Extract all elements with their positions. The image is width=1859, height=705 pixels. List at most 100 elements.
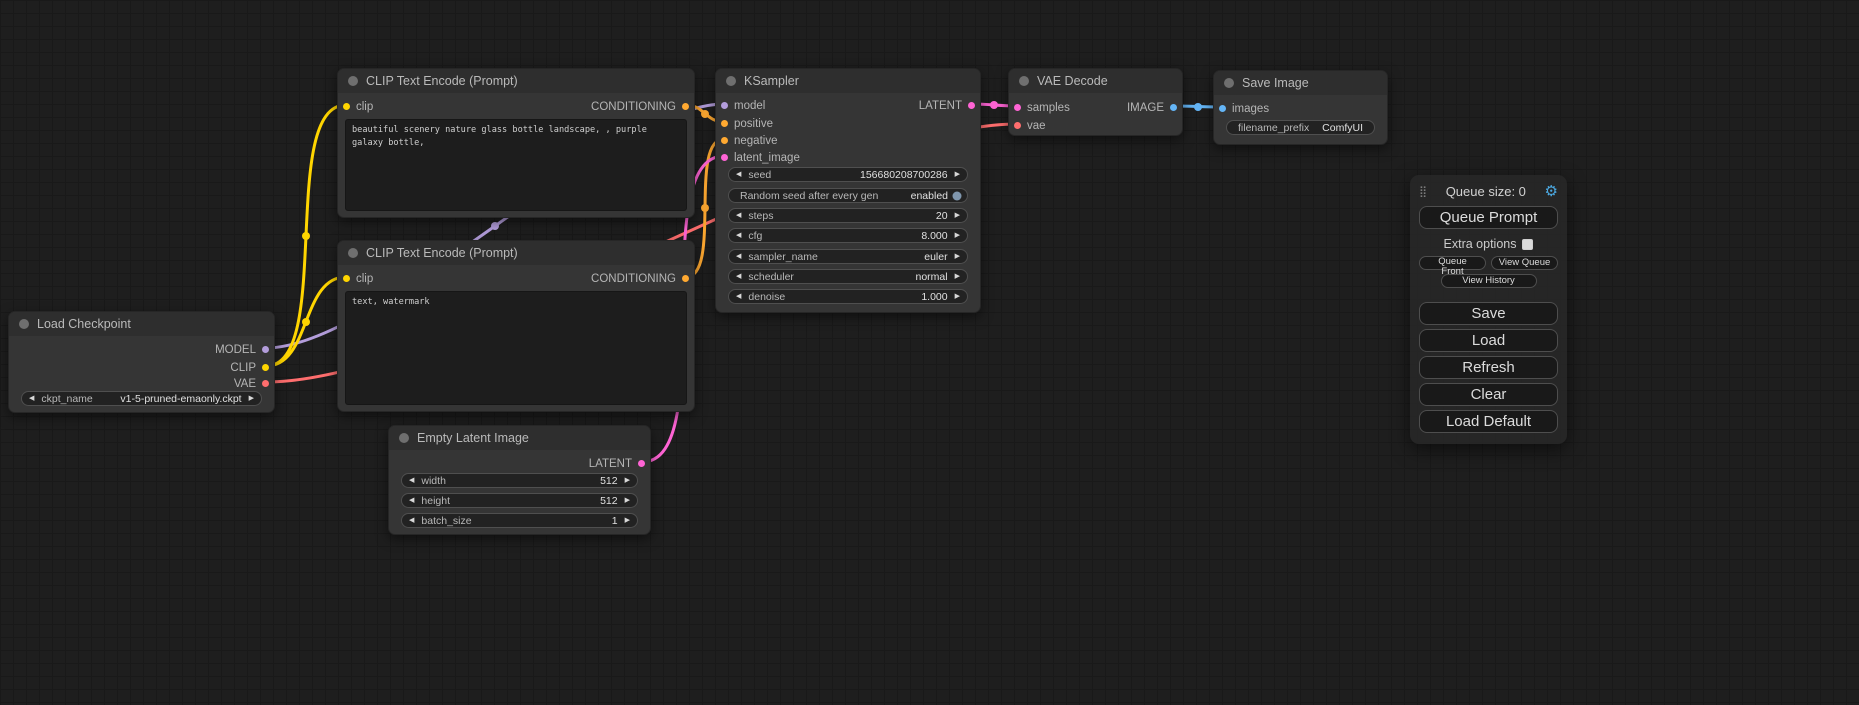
increment-arrow-icon[interactable]: ▶: [955, 273, 960, 280]
node-title-bar[interactable]: CLIP Text Encode (Prompt): [338, 241, 694, 265]
port-dot-model[interactable]: [261, 345, 270, 354]
widget-steps[interactable]: ◀ steps 20 ▶: [728, 208, 968, 223]
output-slot-image[interactable]: IMAGE: [1127, 99, 1178, 116]
input-slot-samples[interactable]: samples: [1013, 99, 1070, 116]
widget-seed[interactable]: ◀ seed 156680208700286 ▶: [728, 167, 968, 182]
node-empty-latent-image[interactable]: Empty Latent Image LATENT ◀ width 512 ▶ …: [388, 425, 651, 535]
node-graph-canvas[interactable]: Load Checkpoint MODEL CLIP VAE ◀ ckpt_na…: [0, 0, 1859, 705]
output-slot-model[interactable]: MODEL: [215, 341, 270, 358]
increment-arrow-icon[interactable]: ▶: [955, 293, 960, 300]
extra-options-checkbox[interactable]: [1522, 239, 1533, 250]
view-queue-button[interactable]: View Queue: [1491, 256, 1558, 270]
output-slot-conditioning[interactable]: CONDITIONING: [591, 270, 690, 287]
decrement-arrow-icon[interactable]: ◀: [736, 253, 741, 260]
save-button[interactable]: Save: [1419, 302, 1558, 325]
node-title-bar[interactable]: CLIP Text Encode (Prompt): [338, 69, 694, 93]
prompt-textarea[interactable]: beautiful scenery nature glass bottle la…: [345, 119, 687, 211]
drag-handle-icon[interactable]: ⣿: [1419, 185, 1427, 198]
widget-width[interactable]: ◀ width 512 ▶: [401, 473, 638, 488]
refresh-button[interactable]: Refresh: [1419, 356, 1558, 379]
output-slot-conditioning[interactable]: CONDITIONING: [591, 98, 690, 115]
port-dot-conditioning[interactable]: [681, 102, 690, 111]
node-title-bar[interactable]: VAE Decode: [1009, 69, 1182, 93]
widget-sampler-name[interactable]: ◀ sampler_name euler ▶: [728, 249, 968, 264]
input-slot-positive[interactable]: positive: [720, 115, 773, 132]
node-collapse-dot[interactable]: [1019, 76, 1029, 86]
node-save-image[interactable]: Save Image images filename_prefix ComfyU…: [1213, 70, 1388, 145]
port-dot-conditioning[interactable]: [681, 274, 690, 283]
decrement-arrow-icon[interactable]: ◀: [29, 395, 34, 402]
port-dot-latent[interactable]: [1013, 103, 1022, 112]
port-dot-clip[interactable]: [261, 363, 270, 372]
node-collapse-dot[interactable]: [1224, 78, 1234, 88]
clear-button[interactable]: Clear: [1419, 383, 1558, 406]
widget-height[interactable]: ◀ height 512 ▶: [401, 493, 638, 508]
load-button[interactable]: Load: [1419, 329, 1558, 352]
decrement-arrow-icon[interactable]: ◀: [736, 212, 741, 219]
input-slot-clip[interactable]: clip: [342, 98, 373, 115]
port-dot-model[interactable]: [720, 101, 729, 110]
node-clip-text-encode-negative[interactable]: CLIP Text Encode (Prompt) clip CONDITION…: [337, 240, 695, 412]
increment-arrow-icon[interactable]: ▶: [955, 253, 960, 260]
port-dot-latent[interactable]: [720, 153, 729, 162]
input-slot-images[interactable]: images: [1218, 100, 1269, 117]
widget-batch-size[interactable]: ◀ batch_size 1 ▶: [401, 513, 638, 528]
load-default-button[interactable]: Load Default: [1419, 410, 1558, 433]
widget-ckpt-name[interactable]: ◀ ckpt_name v1-5-pruned-emaonly.ckpt ▶: [21, 391, 262, 406]
input-slot-negative[interactable]: negative: [720, 132, 777, 149]
port-dot-clip[interactable]: [342, 274, 351, 283]
node-title-bar[interactable]: Empty Latent Image: [389, 426, 650, 450]
decrement-arrow-icon[interactable]: ◀: [409, 497, 414, 504]
increment-arrow-icon[interactable]: ▶: [249, 395, 254, 402]
port-dot-conditioning[interactable]: [720, 119, 729, 128]
port-dot-image[interactable]: [1218, 104, 1227, 113]
increment-arrow-icon[interactable]: ▶: [625, 517, 630, 524]
port-dot-vae[interactable]: [1013, 121, 1022, 130]
port-dot-image[interactable]: [1169, 103, 1178, 112]
widget-scheduler[interactable]: ◀ scheduler normal ▶: [728, 269, 968, 284]
view-history-button[interactable]: View History: [1441, 274, 1537, 288]
node-collapse-dot[interactable]: [19, 319, 29, 329]
decrement-arrow-icon[interactable]: ◀: [736, 273, 741, 280]
output-slot-latent[interactable]: LATENT: [589, 455, 646, 472]
widget-denoise[interactable]: ◀ denoise 1.000 ▶: [728, 289, 968, 304]
queue-front-button[interactable]: Queue Front: [1419, 256, 1486, 270]
input-slot-clip[interactable]: clip: [342, 270, 373, 287]
decrement-arrow-icon[interactable]: ◀: [736, 293, 741, 300]
node-title-bar[interactable]: KSampler: [716, 69, 980, 93]
increment-arrow-icon[interactable]: ▶: [955, 232, 960, 239]
node-vae-decode[interactable]: VAE Decode samples vae IMAGE: [1008, 68, 1183, 136]
increment-arrow-icon[interactable]: ▶: [955, 171, 960, 178]
output-slot-latent[interactable]: LATENT: [919, 97, 976, 114]
input-slot-model[interactable]: model: [720, 97, 765, 114]
widget-cfg[interactable]: ◀ cfg 8.000 ▶: [728, 228, 968, 243]
node-title-bar[interactable]: Save Image: [1214, 71, 1387, 95]
output-slot-clip[interactable]: CLIP: [230, 359, 270, 376]
node-load-checkpoint[interactable]: Load Checkpoint MODEL CLIP VAE ◀ ckpt_na…: [8, 311, 275, 413]
node-title-bar[interactable]: Load Checkpoint: [9, 312, 274, 336]
node-collapse-dot[interactable]: [726, 76, 736, 86]
increment-arrow-icon[interactable]: ▶: [955, 212, 960, 219]
prompt-textarea[interactable]: text, watermark: [345, 291, 687, 405]
port-dot-conditioning[interactable]: [720, 136, 729, 145]
queue-prompt-button[interactable]: Queue Prompt: [1419, 206, 1558, 229]
settings-gear-icon[interactable]: ⚙: [1545, 182, 1558, 200]
increment-arrow-icon[interactable]: ▶: [625, 497, 630, 504]
decrement-arrow-icon[interactable]: ◀: [409, 517, 414, 524]
port-dot-clip[interactable]: [342, 102, 351, 111]
decrement-arrow-icon[interactable]: ◀: [409, 477, 414, 484]
toggle-dot[interactable]: [952, 191, 962, 201]
port-dot-vae[interactable]: [261, 379, 270, 388]
node-ksampler[interactable]: KSampler model positive negative latent_…: [715, 68, 981, 313]
node-collapse-dot[interactable]: [348, 76, 358, 86]
node-clip-text-encode-positive[interactable]: CLIP Text Encode (Prompt) clip CONDITION…: [337, 68, 695, 218]
node-collapse-dot[interactable]: [399, 433, 409, 443]
widget-filename-prefix[interactable]: filename_prefix ComfyUI: [1226, 120, 1375, 135]
increment-arrow-icon[interactable]: ▶: [625, 477, 630, 484]
output-slot-vae[interactable]: VAE: [234, 375, 270, 392]
widget-random-seed-toggle[interactable]: Random seed after every gen enabled: [728, 188, 968, 203]
decrement-arrow-icon[interactable]: ◀: [736, 171, 741, 178]
decrement-arrow-icon[interactable]: ◀: [736, 232, 741, 239]
port-dot-latent[interactable]: [967, 101, 976, 110]
node-collapse-dot[interactable]: [348, 248, 358, 258]
